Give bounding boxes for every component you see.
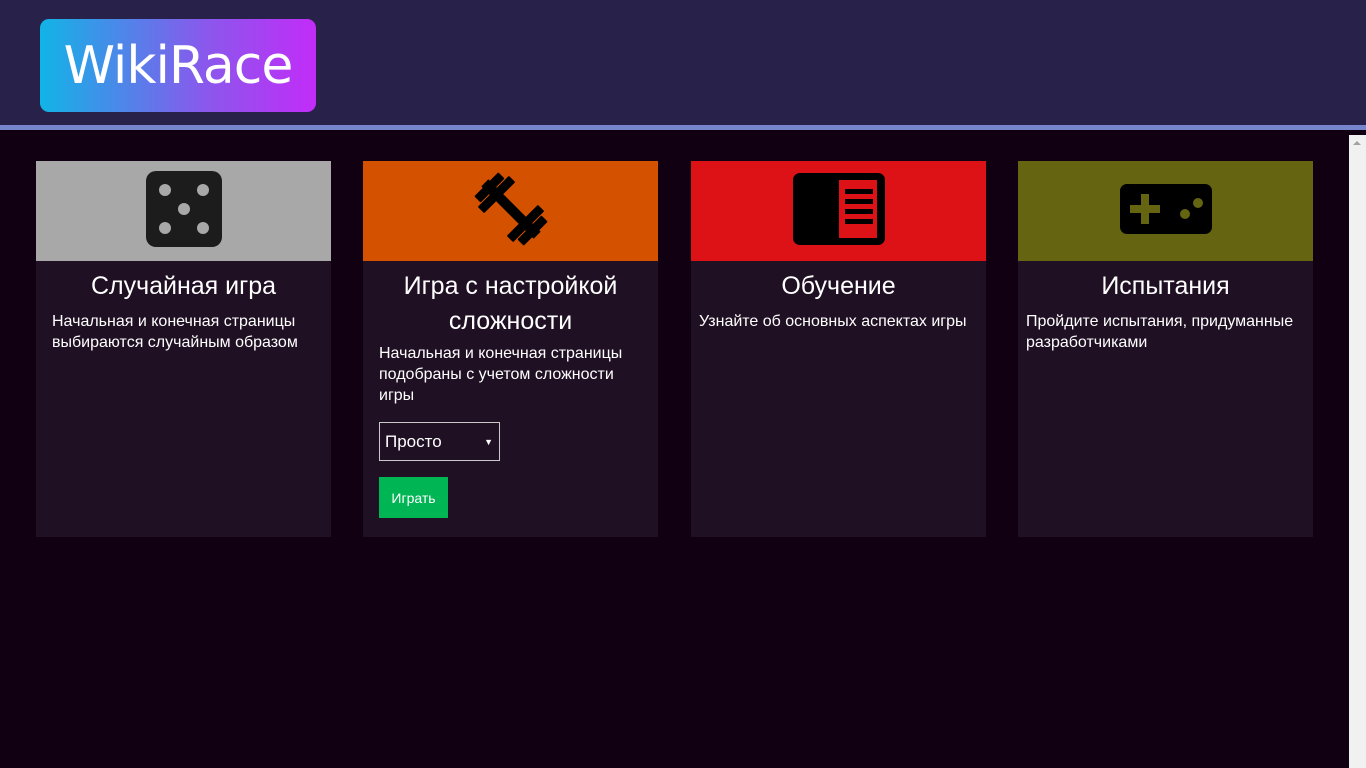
card-description: Пройдите испытания, придуманные разработ… xyxy=(1026,313,1294,351)
difficulty-select[interactable]: Просто ▼ xyxy=(379,422,500,461)
tutorial-banner xyxy=(691,161,986,261)
scrollbar[interactable] xyxy=(1349,135,1366,768)
play-button[interactable]: Играть xyxy=(379,477,448,518)
difficulty-game-card: Игра с настройкой сложности Начальная и … xyxy=(363,161,658,537)
difficulty-select-value: Просто xyxy=(385,431,442,451)
card-title: Испытания xyxy=(1101,272,1230,300)
difficulty-game-banner xyxy=(363,161,658,261)
scroll-up-arrow-icon[interactable] xyxy=(1353,141,1361,145)
challenges-card[interactable]: Испытания Пройдите испытания, придуманны… xyxy=(1018,161,1313,537)
tutorial-card[interactable]: Обучение Узнайте об основных аспектах иг… xyxy=(691,161,986,537)
dumbbell-icon xyxy=(466,164,556,259)
header: WikiRace xyxy=(0,0,1366,130)
challenges-banner xyxy=(1018,161,1313,261)
card-description: Начальная и конечная страницы подобраны … xyxy=(379,345,623,404)
logo-text: WikiRace xyxy=(63,35,294,96)
random-game-card[interactable]: Случайная игра Начальная и конечная стра… xyxy=(36,161,331,537)
book-icon xyxy=(792,172,885,250)
random-game-banner xyxy=(36,161,331,261)
card-description: Начальная и конечная страницы выбираются… xyxy=(52,313,298,351)
dice-icon xyxy=(145,170,222,252)
card-title: Случайная игра xyxy=(90,272,277,300)
card-title: Игра с настройкой сложности xyxy=(403,272,618,335)
logo[interactable]: WikiRace xyxy=(40,19,316,112)
chevron-down-icon: ▼ xyxy=(484,436,493,447)
card-title: Обучение xyxy=(781,272,896,300)
gamepad-icon xyxy=(1119,183,1212,239)
card-description: Узнайте об основных аспектах игры xyxy=(699,313,967,330)
